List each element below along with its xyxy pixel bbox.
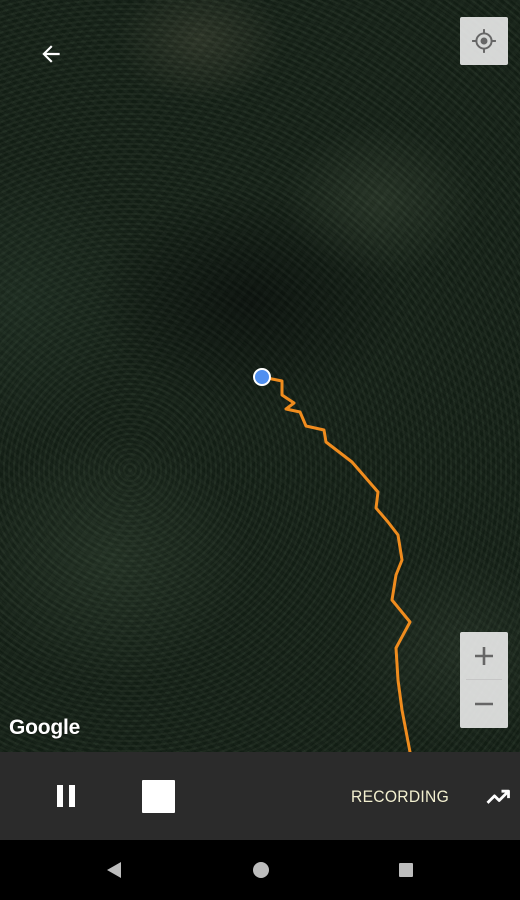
recording-controls-bar: RECORDING xyxy=(0,752,520,840)
current-location-dot xyxy=(253,368,271,386)
nav-back-icon[interactable] xyxy=(107,862,121,878)
nav-recents-icon[interactable] xyxy=(399,863,413,877)
zoom-controls xyxy=(460,632,508,728)
zoom-in-button[interactable] xyxy=(460,632,508,679)
pause-button[interactable] xyxy=(46,776,86,816)
arrow-left-icon xyxy=(42,45,60,63)
trending-up-icon xyxy=(486,789,510,804)
pause-icon xyxy=(54,785,78,807)
system-navigation-bar xyxy=(0,840,520,900)
recorded-track xyxy=(260,375,412,752)
my-location-button[interactable] xyxy=(460,17,508,65)
stats-button[interactable] xyxy=(478,780,518,814)
back-button[interactable] xyxy=(30,34,72,74)
recording-status: RECORDING xyxy=(351,787,450,806)
map-overlay xyxy=(253,368,412,752)
plus-icon xyxy=(475,646,493,665)
minus-icon xyxy=(475,702,493,705)
my-location-icon xyxy=(472,29,496,53)
nav-home-icon[interactable] xyxy=(253,862,269,878)
google-attribution: Google xyxy=(9,716,81,739)
stop-button[interactable] xyxy=(142,780,175,813)
zoom-out-button[interactable] xyxy=(460,680,508,727)
